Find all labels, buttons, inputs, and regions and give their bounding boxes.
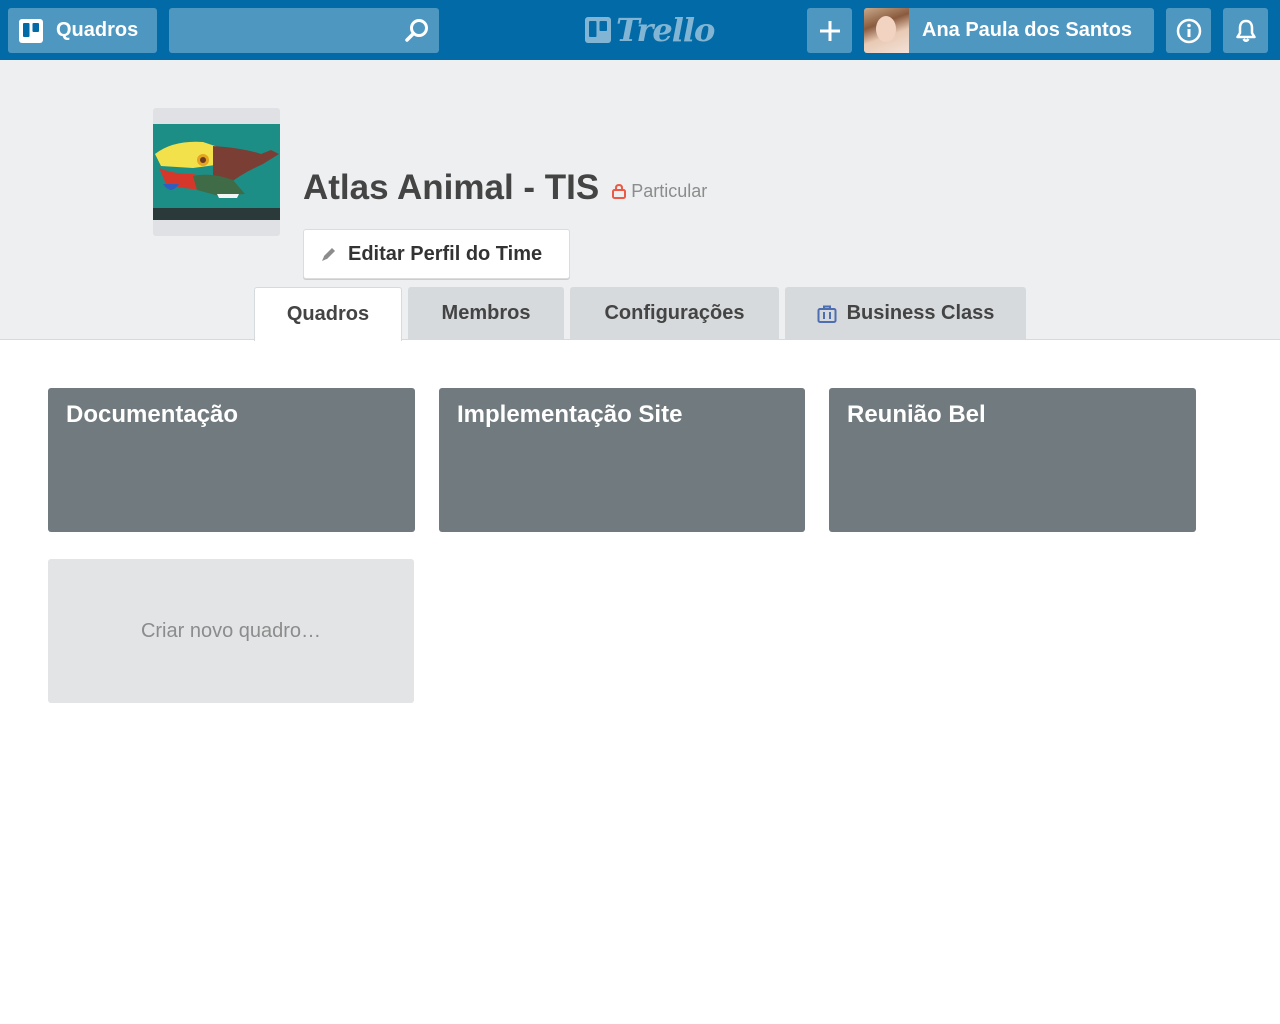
tab-boards[interactable]: Quadros — [254, 287, 402, 341]
board-tile[interactable]: Implementação Site — [439, 388, 805, 532]
search-icon[interactable] — [403, 17, 431, 45]
edit-team-profile-label: Editar Perfil do Time — [348, 242, 543, 265]
privacy-label: Particular — [631, 180, 708, 201]
top-header: Quadros Trello Ana Paula dos Santos — [0, 0, 1280, 60]
tab-members[interactable]: Membros — [408, 287, 564, 340]
boards-button-label: Quadros — [56, 19, 139, 41]
user-menu-button[interactable]: Ana Paula dos Santos — [864, 8, 1154, 53]
team-title-row: Atlas Animal - TIS Particular — [303, 168, 707, 208]
briefcase-icon — [817, 305, 837, 323]
avatar — [864, 8, 909, 53]
info-icon — [1176, 18, 1201, 43]
boards-icon — [19, 18, 43, 43]
boards-button[interactable]: Quadros — [8, 8, 157, 53]
trello-logo-icon — [585, 17, 611, 43]
edit-team-profile-button[interactable]: Editar Perfil do Time — [303, 229, 570, 279]
user-name: Ana Paula dos Santos — [922, 19, 1133, 41]
bell-icon — [1235, 19, 1256, 42]
privacy-indicator[interactable]: Particular — [611, 181, 707, 202]
notifications-button[interactable] — [1223, 8, 1268, 53]
board-title: Implementação Site — [457, 401, 683, 428]
tab-settings[interactable]: Configurações — [570, 287, 779, 340]
board-title: Reunião Bel — [847, 401, 986, 428]
trello-logo[interactable]: Trello — [584, 11, 715, 49]
board-tile[interactable]: Documentação — [48, 388, 415, 532]
trello-logo-text: Trello — [616, 11, 715, 49]
search-input[interactable] — [169, 8, 399, 53]
lock-icon — [612, 183, 627, 199]
tab-business-class-label: Business Class — [846, 302, 995, 324]
pencil-icon — [322, 248, 335, 261]
info-button[interactable] — [1166, 8, 1211, 53]
team-logo[interactable] — [153, 108, 280, 236]
tab-business-class[interactable]: Business Class — [785, 287, 1026, 340]
page-title: Atlas Animal - TIS — [303, 168, 600, 207]
create-board-button[interactable]: Criar novo quadro… — [48, 559, 414, 703]
board-title: Documentação — [66, 401, 239, 428]
add-button[interactable] — [807, 8, 852, 53]
search-box[interactable] — [169, 8, 439, 53]
board-tile[interactable]: Reunião Bel — [829, 388, 1196, 532]
plus-icon — [819, 20, 840, 41]
team-logo-image — [153, 124, 280, 220]
